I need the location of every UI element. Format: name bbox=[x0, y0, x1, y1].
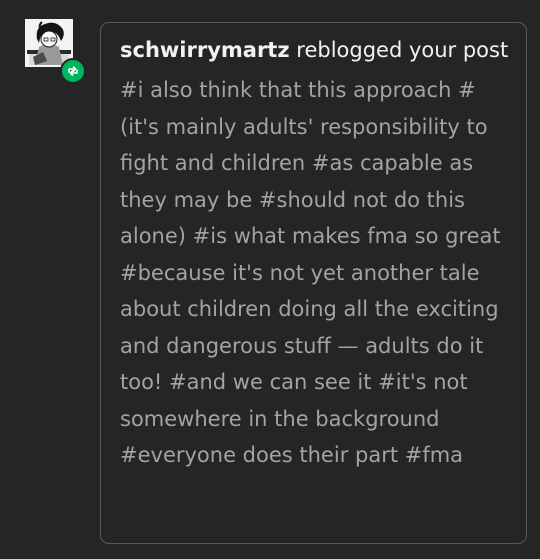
post-tags: #i also think that this approach #(it's … bbox=[120, 78, 501, 467]
notification-card[interactable]: schwirrymartz reblogged your post #i als… bbox=[100, 22, 527, 544]
reblog-icon bbox=[68, 66, 78, 76]
reblog-badge bbox=[60, 58, 86, 84]
notification-headline: schwirrymartz reblogged your post bbox=[120, 36, 514, 64]
action-text: reblogged your post bbox=[296, 38, 509, 62]
username-link[interactable]: schwirrymartz bbox=[120, 38, 290, 62]
